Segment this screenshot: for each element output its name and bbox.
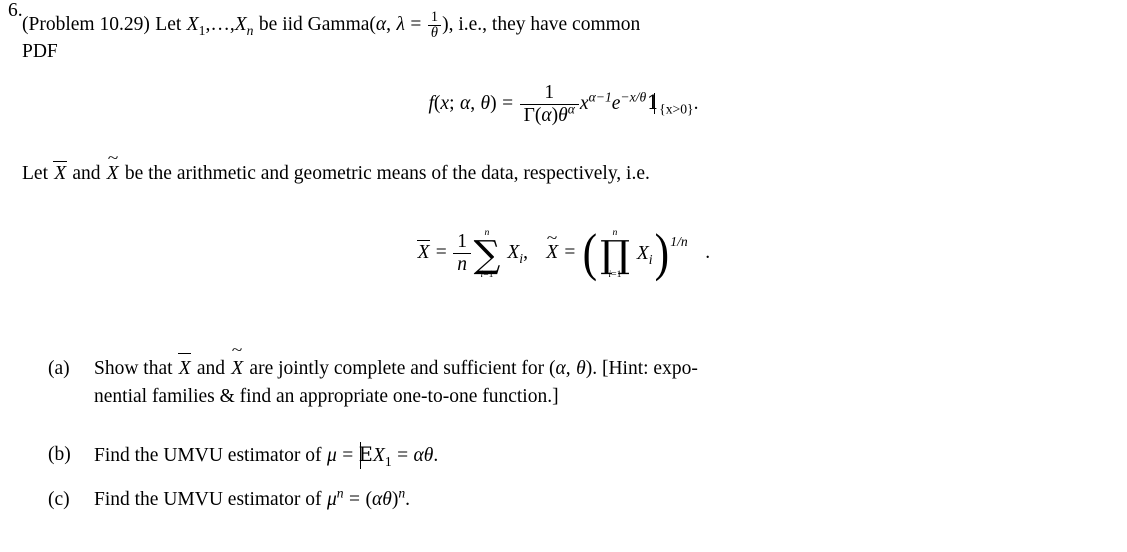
mu-symbol: μ	[326, 489, 337, 510]
let-word: Let	[22, 163, 48, 184]
equals-sign-1: =	[342, 445, 354, 466]
period: .	[705, 242, 711, 264]
random-variable-x1: X1	[186, 13, 206, 38]
indicator-function-symbol: 1	[646, 90, 660, 114]
iid-gamma-text: be iid Gamma(	[258, 13, 376, 35]
display-equation-means: X=1nn∑i=1Xi,X=(n∏i=1Xi)1/n.	[0, 223, 1127, 282]
equals-sign-2: =	[397, 445, 409, 466]
hint-text-start: ). [Hint: expo-	[585, 358, 698, 379]
mu-symbol: μ	[326, 445, 337, 466]
inline-fraction-one-over-theta: 1θ	[428, 9, 441, 41]
sub-item-a: (a) Show thatXandXare jointly complete a…	[48, 353, 1088, 410]
alpha-symbol: α	[375, 13, 387, 35]
x-tilde-symbol: X	[545, 242, 558, 264]
summand-x-i: Xi	[507, 242, 524, 266]
sum-glyph: ∑	[473, 231, 501, 276]
x-bar-symbol: X	[416, 240, 431, 264]
alpha-symbol: α	[555, 358, 566, 379]
x-exponent: α−1	[588, 89, 612, 105]
product-operator: n ∏ i=1	[600, 228, 630, 279]
random-variable-x1: X1	[372, 445, 392, 469]
semicolon: ;	[449, 92, 455, 114]
comma-separator: ,	[386, 13, 392, 35]
summation-operator: n ∑ i=1	[474, 228, 501, 279]
mu-exponent-n: n	[336, 485, 344, 501]
problem-statement-line-1: (Problem 10.29) Let X1,…,Xn be iid Gamma(α,…	[22, 9, 641, 41]
alpha-symbol: α	[459, 92, 471, 114]
ellipsis: ,…,	[205, 13, 235, 35]
alpha-symbol: α	[371, 489, 383, 510]
problem-number: 6.	[8, 0, 23, 21]
indicator-condition: {x>0}	[659, 101, 694, 117]
variable-x: x	[440, 92, 450, 114]
sub-item-c-text: Find the UMVU estimator of μn = (αθ)n.	[94, 486, 1088, 514]
and-word: and	[72, 163, 101, 184]
x-bar-symbol: X	[53, 161, 68, 184]
fraction-one-over-gamma-theta-alpha: 1 Γ(α)θα	[519, 82, 579, 127]
and-word: and	[196, 358, 226, 379]
product-parenthesized-group: (n ∏ i=1 Xi) 1/n	[581, 223, 688, 282]
sub-item-a-line-1: Show thatXandXare jointly complete and s…	[94, 353, 1088, 383]
equals-sign-1: =	[435, 242, 447, 264]
exponent-one-over-n: 1/n	[670, 234, 688, 250]
theta-symbol: θ	[576, 358, 586, 379]
theta-symbol: θ	[480, 92, 491, 114]
sub-item-b: (b) Find the UMVU estimator of μ = EX1 = αθ.	[48, 441, 1088, 470]
e-exponent: −x/θ	[620, 89, 647, 105]
x-bar-symbol: X	[178, 353, 192, 383]
comma-separator: ,	[470, 92, 476, 114]
means-description-text: be the arithmetic and geometric means of…	[124, 163, 650, 184]
big-paren-open: (	[582, 223, 597, 282]
sub-item-b-label: (b)	[48, 444, 71, 465]
random-variable-xn: Xn	[234, 13, 254, 38]
sub-item-a-line-2: nential families & find an appropriate o…	[94, 385, 559, 407]
find-umvu-text: Find the UMVU estimator of	[94, 445, 322, 466]
equals-sign-1: =	[349, 489, 361, 510]
theta-symbol: θ	[423, 445, 434, 466]
paren-close: )	[490, 92, 497, 114]
document-page: 6. (Problem 10.29) Let X1,…,Xn be iid Gamma…	[0, 0, 1127, 552]
product-glyph: ∏	[600, 231, 630, 276]
find-umvu-text: Find the UMVU estimator of	[94, 489, 322, 510]
sub-item-c: (c) Find the UMVU estimator of μn = (αθ)n.	[48, 486, 1088, 514]
x-tilde-symbol: X	[231, 355, 244, 383]
sub-item-a-text: Show thatXandXare jointly complete and s…	[94, 353, 1088, 410]
factor-x-i: Xi	[636, 242, 653, 267]
sub-item-b-text: Find the UMVU estimator of μ = EX1 = αθ.	[94, 441, 1088, 470]
lambda-symbol: λ	[396, 13, 405, 35]
sub-item-a-label: (a)	[48, 358, 70, 379]
display-equation-pdf: f(x; α, θ) = 1 Γ(α)θα xα−1e−x/θ1{x>0}.	[0, 82, 1127, 127]
alpha-symbol: α	[413, 445, 424, 466]
show-that-text: Show that	[94, 358, 173, 379]
sub-item-c-label: (c)	[48, 489, 70, 510]
equals-sign-2: =	[564, 242, 576, 264]
problem-source-label: (Problem 10.29)	[22, 13, 150, 35]
paragraph-let-definitions: LetXandXbe the arithmetic and geometric …	[22, 161, 650, 185]
expectation-operator-symbol: E	[359, 441, 373, 469]
equals-sign: =	[410, 13, 422, 35]
problem-statement-line-2: PDF	[22, 41, 58, 63]
period: .	[405, 489, 411, 510]
comma-separator: ,	[565, 358, 571, 379]
period: .	[433, 445, 439, 466]
pdf-word: PDF	[22, 41, 58, 62]
let-word: Let	[155, 13, 182, 35]
fraction-one-over-n: 1n	[453, 231, 471, 276]
comma-separator: ,	[523, 242, 528, 264]
big-paren-close: )	[654, 223, 669, 282]
period: .	[693, 92, 699, 114]
fraction-denominator: Γ(α)θα	[519, 102, 579, 127]
x-base: x	[579, 92, 589, 114]
complete-sufficient-text: are jointly complete and sufficient for …	[249, 358, 556, 379]
equals-sign: =	[502, 92, 514, 114]
theta-symbol: θ	[382, 489, 392, 510]
gamma-closing-text: ), i.e., they have common	[442, 13, 641, 35]
x-tilde-symbol: X	[106, 163, 119, 185]
